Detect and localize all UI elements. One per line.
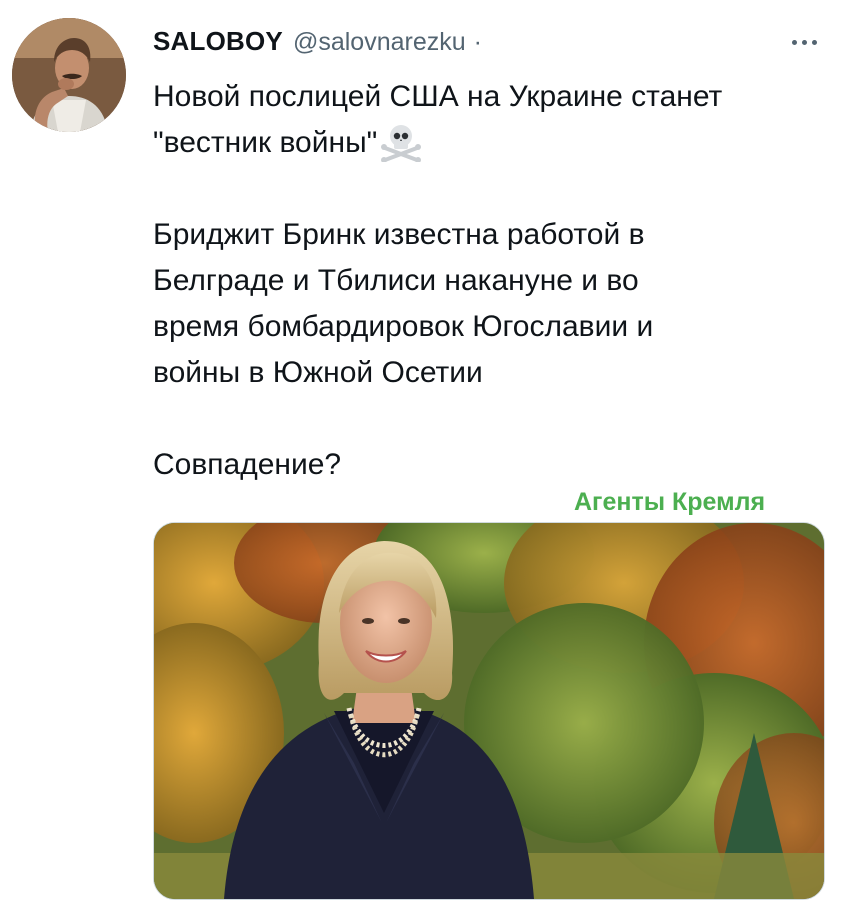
author-display-name[interactable]: SALOBOY: [153, 26, 283, 57]
avatar[interactable]: [12, 18, 126, 132]
author-handle[interactable]: @salovnarezku: [293, 28, 466, 57]
photo-woman-autumn-garden: [154, 523, 824, 899]
tweet-media-photo[interactable]: [153, 522, 825, 900]
tweet-paragraph-3: Совпадение?: [153, 448, 342, 481]
tweet-line-1: Новой послицей США на Украине станет: [153, 80, 723, 113]
tweet-paragraph-2-line-3: время бомбардировок Югославии и: [153, 310, 654, 343]
tweet-paragraph-2-line-1: Бриджит Бринк известна работой в: [153, 218, 645, 251]
tweet-paragraph-2-line-2: Белграде и Тбилиси накануне и во: [153, 264, 639, 297]
tweet-line-2: "вестник войны": [153, 120, 833, 166]
watermark-label: Агенты Кремля: [574, 488, 766, 516]
header-separator: ·: [473, 28, 482, 56]
more-options-button[interactable]: [784, 28, 824, 56]
tweet-line-2-text: "вестник войны": [153, 126, 378, 159]
more-horizontal-icon: [789, 39, 819, 45]
tweet-text: Новой послицей США на Украине станет "ве…: [153, 74, 833, 488]
skull-crossbones-icon: [381, 125, 422, 162]
tweet-paragraph-2-line-4: войны в Южной Осетии: [153, 356, 483, 389]
avatar-photo: [12, 18, 126, 132]
tweet-header: SALOBOY @salovnarezku ·: [153, 26, 482, 56]
